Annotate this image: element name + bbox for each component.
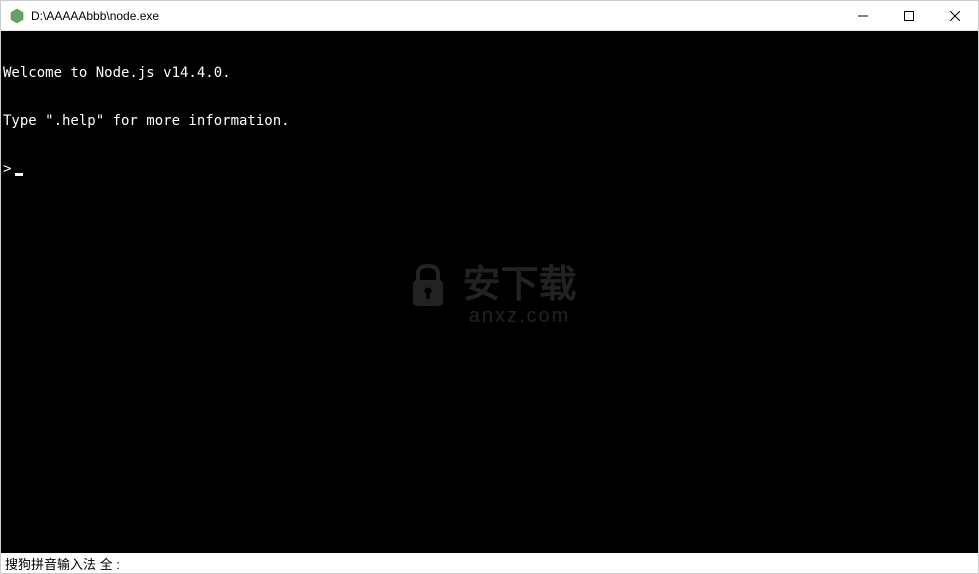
- titlebar[interactable]: D:\AAAAAbbb\node.exe: [1, 1, 978, 31]
- maximize-button[interactable]: [886, 1, 932, 30]
- terminal-output-line: Welcome to Node.js v14.4.0.: [1, 65, 978, 81]
- watermark-text: 安下载: [462, 277, 576, 293]
- watermark-url: anxz.com: [469, 308, 571, 324]
- ime-status-text: 搜狗拼音输入法 全 :: [5, 554, 120, 573]
- node-icon: [9, 8, 25, 24]
- close-button[interactable]: [932, 1, 978, 30]
- minimize-button[interactable]: [840, 1, 886, 30]
- ime-status-bar: 搜狗拼音输入法 全 :: [1, 553, 978, 573]
- terminal-prompt-line: >: [1, 161, 978, 177]
- prompt-symbol: >: [3, 161, 11, 177]
- window-title: D:\AAAAAbbb\node.exe: [31, 9, 840, 23]
- lock-icon: [402, 260, 452, 310]
- terminal-output-line: Type ".help" for more information.: [1, 113, 978, 129]
- terminal-area[interactable]: Welcome to Node.js v14.4.0. Type ".help"…: [1, 31, 978, 553]
- watermark: 安下载 anxz.com: [402, 260, 576, 324]
- window-controls: [840, 1, 978, 30]
- application-window: D:\AAAAAbbb\node.exe Welcome to Node.js …: [0, 0, 979, 574]
- cursor-icon: [15, 173, 23, 176]
